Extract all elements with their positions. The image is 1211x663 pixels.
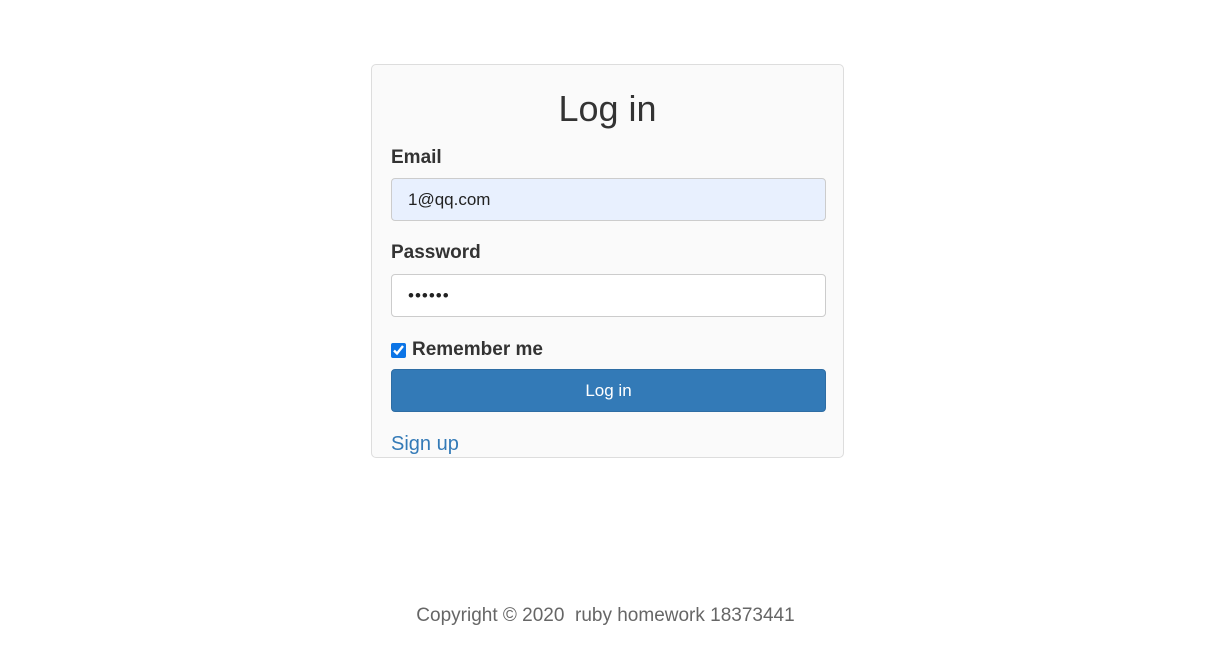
remember-me-checkbox[interactable]	[391, 342, 406, 358]
password-field[interactable]	[391, 274, 826, 317]
remember-me-row: Remember me	[391, 338, 543, 362]
email-label: Email	[391, 147, 442, 168]
footer-copyright: Copyright © 2020 ruby homework 18373441	[416, 605, 795, 626]
login-card: Log in Email Password Remember me Log in…	[371, 64, 844, 458]
password-label: Password	[391, 242, 481, 263]
email-field[interactable]	[391, 178, 826, 221]
page-title: Log in	[558, 88, 657, 129]
sign-up-link[interactable]: Sign up	[391, 432, 459, 456]
remember-me-label[interactable]: Remember me	[412, 339, 543, 361]
login-button[interactable]: Log in	[391, 369, 826, 412]
